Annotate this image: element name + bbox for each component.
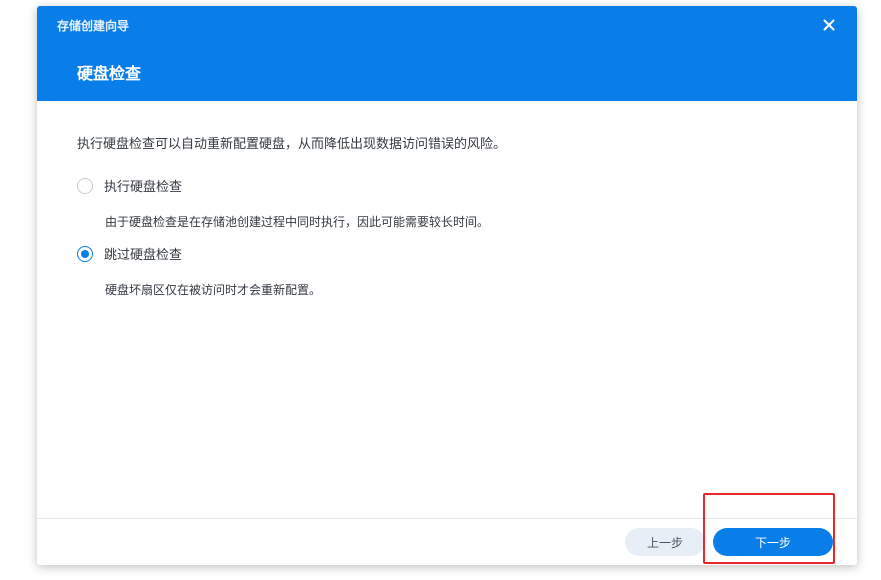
close-icon xyxy=(823,19,835,31)
option-label-skip-check[interactable]: 跳过硬盘检查 xyxy=(104,244,182,263)
dialog-header: 存储创建向导 硬盘检查 xyxy=(37,6,857,101)
option-description-perform-check: 由于硬盘检查是在存储池创建过程中同时执行，因此可能需要较长时间。 xyxy=(105,215,490,229)
storage-wizard-dialog: 存储创建向导 硬盘检查 执行硬盘检查可以自动重新配置硬盘，从而降低出现数据访问错… xyxy=(37,6,857,565)
next-button[interactable]: 下一步 xyxy=(713,528,833,556)
option-label-perform-check[interactable]: 执行硬盘检查 xyxy=(104,176,182,195)
option-description-skip-check: 硬盘坏扇区仅在被访问时才会重新配置。 xyxy=(105,283,322,297)
radio-option-perform-check[interactable]: 执行硬盘检查 xyxy=(77,176,182,195)
back-button[interactable]: 上一步 xyxy=(625,528,705,556)
page-title: 硬盘检查 xyxy=(77,64,142,83)
intro-text: 执行硬盘检查可以自动重新配置硬盘，从而降低出现数据访问错误的风险。 xyxy=(77,137,507,152)
radio-option-skip-check[interactable]: 跳过硬盘检查 xyxy=(77,244,182,263)
radio-skip-check[interactable] xyxy=(77,245,93,262)
window-title: 存储创建向导 xyxy=(57,19,130,33)
close-button[interactable] xyxy=(821,17,837,33)
radio-perform-check[interactable] xyxy=(77,177,93,194)
footer-divider xyxy=(37,518,857,519)
